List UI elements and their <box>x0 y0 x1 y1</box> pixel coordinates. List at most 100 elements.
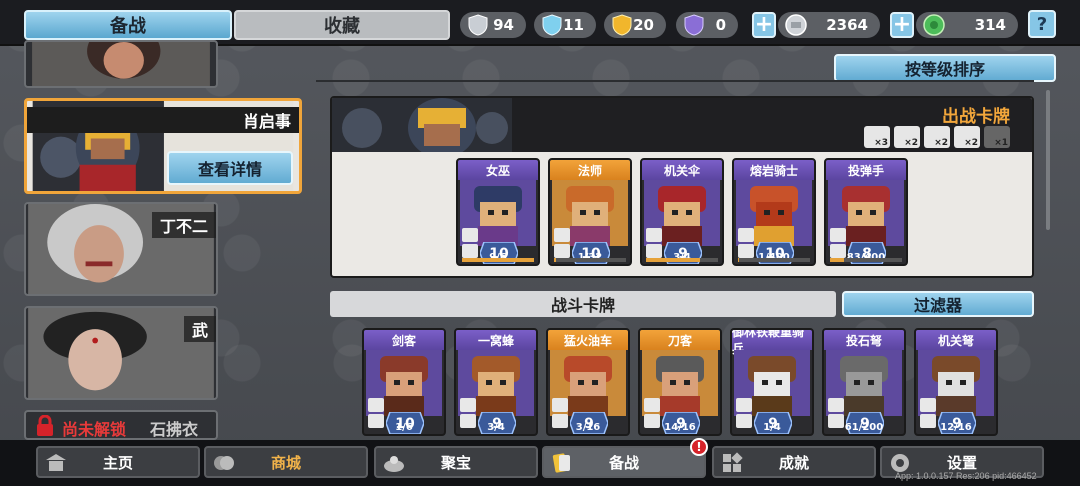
upgrade-progress-bar <box>462 258 534 262</box>
hero-portrait <box>32 42 210 86</box>
coins-count: 2364 <box>826 16 868 34</box>
crystal-count: 11 <box>563 16 584 34</box>
upgrade-progress-bar <box>646 258 718 262</box>
unit-card[interactable]: 一窝蜂 9 3/4 <box>454 328 538 436</box>
hero-name: 武 <box>183 316 216 342</box>
unit-card-name: 投弹手 <box>826 160 906 180</box>
hero-card-ding-buer[interactable]: 丁不二 <box>24 202 218 296</box>
unit-card-name: 女巫 <box>458 160 538 180</box>
unit-card[interactable]: 猛火油车 9 3/16 <box>546 328 630 436</box>
resource-gems: 314 <box>916 12 1018 38</box>
unit-card[interactable]: 熔岩骑士101/400 <box>732 158 816 266</box>
upgrade-progress-bar <box>554 258 626 262</box>
hero-card-top[interactable] <box>24 40 218 88</box>
divider <box>316 80 1034 82</box>
unit-card[interactable]: 投弹手883/400 <box>824 158 908 266</box>
class-icon <box>644 398 660 412</box>
unit-card[interactable]: 机关伞93/4 <box>640 158 724 266</box>
battle-cards-header: 战斗卡牌 <box>330 291 836 317</box>
unit-card[interactable]: 机关弩 9 12/16 <box>914 328 998 436</box>
crystal-icon <box>542 14 562 36</box>
class-icon <box>830 228 846 242</box>
class-limits: ×3 ×2 ×2 ×2 ×1 <box>864 126 1010 148</box>
resource-crystal: 11 <box>534 12 596 38</box>
nav-prepare[interactable]: 备战 <box>542 446 706 478</box>
scrollbar[interactable] <box>1046 90 1050 230</box>
class-icon <box>736 398 752 412</box>
unit-card-name: 机关弩 <box>916 330 996 350</box>
filter-button[interactable]: 过滤器 <box>842 291 1034 317</box>
unit-card[interactable]: 御林铁鞭重骑兵 9 1/4 <box>730 328 814 436</box>
sword-class-icon: ×2 <box>954 126 980 148</box>
hero-card-locked[interactable]: 尚未解锁 石拂衣 <box>24 410 218 440</box>
unit-count: 3/4 <box>487 422 505 433</box>
nav-shop[interactable]: 商城 <box>204 446 368 478</box>
umbrella-class-icon: ×2 <box>894 126 920 148</box>
silver-shield-icon <box>468 14 488 36</box>
hero-card-wu[interactable]: 武 <box>24 306 218 400</box>
class-icon <box>920 398 936 412</box>
unit-card-name: 御林铁鞭重骑兵 <box>732 330 812 356</box>
nav-treasure[interactable]: 聚宝 <box>374 446 538 478</box>
unit-card-name: 熔岩骑士 <box>734 160 814 180</box>
treasure-bowl-icon <box>384 456 404 472</box>
deck-header: 出战卡牌 ×3 ×2 ×2 ×2 ×1 <box>332 98 1032 152</box>
gems-count: 314 <box>974 16 1006 34</box>
view-details-button[interactable]: 查看详情 <box>167 151 293 185</box>
upgrade-progress-bar <box>738 258 810 262</box>
coins-icon <box>214 456 234 470</box>
unit-card[interactable]: 法师101/32 <box>548 158 632 266</box>
unit-card-name: 投石弩 <box>824 330 904 350</box>
sort-by-level-button[interactable]: 按等级排序 <box>834 54 1056 82</box>
unit-card[interactable]: 刀客 9 14/16 <box>638 328 722 436</box>
add-gems-button[interactable]: + <box>890 12 914 38</box>
notification-badge: ! <box>690 438 708 456</box>
unit-count: 3/16 <box>575 422 601 433</box>
hero-name: 丁不二 <box>151 212 216 238</box>
grid-icon <box>723 452 743 472</box>
cards-icon <box>552 453 570 473</box>
class-icon <box>738 228 754 242</box>
unit-card[interactable]: 投石弩 9 61/200 <box>822 328 906 436</box>
unit-card[interactable]: 剑客 10 1/6 <box>362 328 446 436</box>
class-icon <box>828 398 844 412</box>
hero-name: 肖启事 <box>27 107 299 133</box>
unit-count: 1/6 <box>395 422 413 433</box>
nav-home[interactable]: 主页 <box>36 446 200 478</box>
temple-icon <box>46 454 66 471</box>
purple-badge-icon <box>684 14 704 36</box>
class-icon <box>552 398 568 412</box>
gold-trophy-count: 20 <box>633 16 654 34</box>
unit-count: 12/16 <box>940 422 972 433</box>
resource-purple-badge: 0 <box>676 12 738 38</box>
tab-collection[interactable]: 收藏 <box>234 10 450 40</box>
resource-coins: 2364 <box>778 12 880 38</box>
tab-prepare[interactable]: 备战 <box>24 10 232 40</box>
hero-card-selected[interactable]: 肖启事 查看详情 <box>24 98 302 194</box>
silver-shield-count: 94 <box>493 16 514 34</box>
upgrade-progress-bar <box>830 258 902 262</box>
silver-coin-icon <box>785 14 807 36</box>
unit-count: 14/16 <box>664 422 696 433</box>
unit-card-name: 剑客 <box>364 330 444 350</box>
locked-label: 尚未解锁 <box>62 420 127 439</box>
unit-card-name: 猛火油车 <box>548 330 628 350</box>
helmet-class-icon: ×2 <box>924 126 950 148</box>
skull-class-icon: ×3 <box>864 126 890 148</box>
add-coins-button[interactable]: + <box>752 12 776 38</box>
unit-card[interactable]: 女巫109/6 <box>456 158 540 266</box>
class-icon <box>646 228 662 242</box>
shield-class-icon: ×1 <box>984 126 1010 148</box>
hero-banner-art <box>332 98 512 152</box>
class-icon <box>460 398 476 412</box>
unit-card-name: 一窝蜂 <box>456 330 536 350</box>
nav-achievements[interactable]: 成就 <box>712 446 876 478</box>
resource-gold-trophy: 20 <box>604 12 666 38</box>
unit-card-name: 刀客 <box>640 330 720 350</box>
unit-card-name: 机关伞 <box>642 160 722 180</box>
unit-count: 61/200 <box>844 422 884 433</box>
purple-badge-count: 0 <box>715 16 726 34</box>
help-button[interactable]: ? <box>1028 10 1056 38</box>
resource-silver-shield: 94 <box>460 12 526 38</box>
deck-title: 出战卡牌 <box>942 107 1010 127</box>
